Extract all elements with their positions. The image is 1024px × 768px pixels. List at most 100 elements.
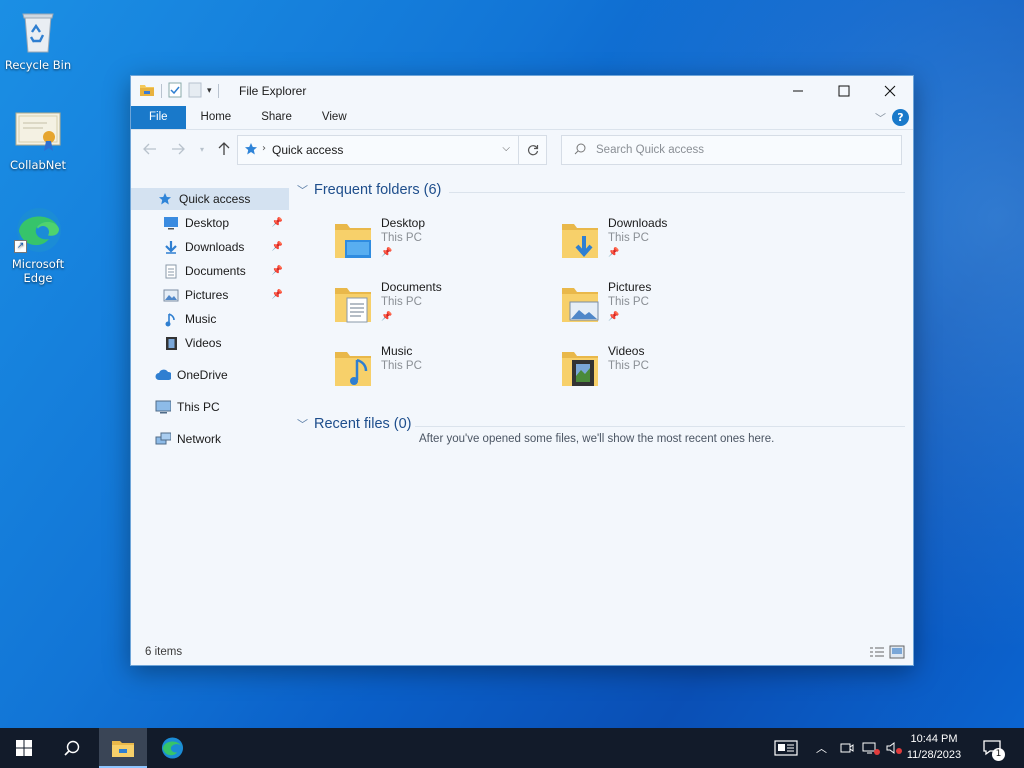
collapse-chevron-icon: ﹀ [297, 419, 308, 431]
nav-item-this-pc[interactable]: This PC [131, 396, 289, 418]
nav-item-pictures[interactable]: Pictures 📌 [131, 284, 289, 306]
new-folder-icon[interactable] [188, 82, 202, 101]
up-button[interactable] [215, 140, 233, 158]
address-bar[interactable]: › Quick access ⌵ [237, 135, 547, 165]
folder-tile-desktop[interactable]: Desktop This PC 📌 [323, 216, 543, 272]
toolbar-separator [217, 84, 219, 98]
cloud-icon [155, 367, 171, 383]
nav-item-label: Videos [185, 336, 222, 350]
pin-icon[interactable]: 📌 [272, 265, 283, 276]
forward-arrow-icon [172, 143, 185, 155]
quick-access-toolbar: ▾ [139, 82, 225, 100]
document-icon [163, 263, 179, 279]
folder-location: This PC [608, 232, 649, 244]
expand-ribbon-chevron-icon[interactable]: ﹀ [875, 110, 886, 126]
tab-file[interactable]: File [131, 106, 186, 129]
tab-view[interactable]: View [307, 106, 362, 129]
properties-icon[interactable] [168, 82, 182, 101]
maximize-button[interactable] [821, 76, 867, 106]
pin-icon: 📌 [381, 248, 393, 258]
large-icons-view-icon [889, 645, 905, 659]
videos-folder-icon [562, 352, 598, 386]
group-divider [415, 426, 905, 427]
certificate-icon [13, 106, 63, 156]
desktop-icon-label: Microsoft Edge [11, 257, 65, 285]
address-dropdown-chevron-icon[interactable]: ⌵ [502, 143, 510, 154]
folder-name: Documents [381, 280, 442, 294]
nav-item-network[interactable]: Network [131, 428, 289, 450]
tab-share[interactable]: Share [246, 106, 307, 129]
action-center-button[interactable]: 1 [982, 728, 1005, 768]
clock[interactable]: 10:44 PM 11/28/2023 [900, 731, 968, 763]
forward-button[interactable] [169, 140, 187, 158]
recent-files-header[interactable]: ﹀ Recent files (0) [297, 416, 412, 432]
desktop-icon-recycle-bin[interactable]: Recycle Bin [0, 6, 76, 72]
tab-home[interactable]: Home [186, 106, 247, 129]
network-disconnected-icon[interactable] [862, 728, 880, 768]
pin-icon: 📌 [608, 312, 620, 322]
nav-item-onedrive[interactable]: OneDrive [131, 364, 289, 386]
folder-tile-documents[interactable]: Documents This PC 📌 [323, 280, 543, 336]
back-arrow-icon [143, 143, 156, 155]
desktop-icon-label: CollabNet [10, 158, 66, 172]
folder-tile-videos[interactable]: Videos This PC [550, 344, 770, 400]
download-arrow-icon [163, 239, 179, 255]
folder-tile-pictures[interactable]: Pictures This PC 📌 [550, 280, 770, 336]
pin-icon[interactable]: 📌 [272, 217, 283, 228]
tray-meet-icon[interactable] [840, 728, 854, 768]
clock-time: 10:44 PM [910, 733, 958, 745]
desktop-icon-label: Recycle Bin [4, 58, 72, 72]
group-title: Frequent folders (6) [314, 182, 442, 198]
folder-location: This PC [381, 360, 422, 372]
desktop-icon-microsoft-edge[interactable]: ↗ Microsoft Edge [0, 205, 76, 285]
title-bar[interactable]: ▾ File Explorer [131, 76, 913, 106]
monitor-icon [155, 399, 171, 415]
back-button[interactable] [141, 140, 159, 158]
close-button[interactable] [867, 76, 913, 106]
nav-item-label: Documents [185, 264, 246, 278]
news-icon [774, 740, 798, 756]
item-count: 6 items [145, 646, 183, 658]
maximize-icon [838, 85, 850, 97]
search-input[interactable]: Search Quick access [561, 135, 902, 165]
nav-item-label: Network [177, 432, 222, 446]
window-title: File Explorer [239, 84, 307, 98]
details-view-button[interactable] [869, 645, 885, 659]
pin-icon[interactable]: 📌 [272, 241, 283, 252]
folder-tile-downloads[interactable]: Downloads This PC 📌 [550, 216, 770, 272]
search-placeholder: Search Quick access [596, 144, 705, 156]
start-button[interactable] [0, 728, 48, 768]
film-icon [163, 335, 179, 351]
folder-tile-music[interactable]: Music This PC [323, 344, 543, 400]
recent-locations-chevron-icon[interactable]: ▾ [193, 140, 211, 158]
minimize-icon [793, 90, 803, 92]
details-view-icon [870, 647, 884, 657]
search-button[interactable] [48, 728, 96, 768]
pin-icon[interactable]: 📌 [272, 289, 283, 300]
nav-item-quick-access[interactable]: Quick access [131, 188, 289, 210]
nav-item-documents[interactable]: Documents 📌 [131, 260, 289, 282]
nav-item-videos[interactable]: Videos [131, 332, 289, 354]
group-title: Recent files (0) [314, 416, 412, 432]
windows-logo-icon [16, 740, 32, 756]
navigation-bar: ▾ › Quick access ⌵ Search Quick access [131, 131, 913, 169]
taskbar-file-explorer[interactable] [99, 728, 147, 768]
shortcut-arrow-icon: ↗ [14, 240, 27, 253]
search-icon [574, 143, 586, 158]
pictures-folder-icon [562, 288, 599, 322]
nav-item-desktop[interactable]: Desktop 📌 [131, 212, 289, 234]
nav-item-downloads[interactable]: Downloads 📌 [131, 236, 289, 258]
show-hidden-icons-chevron-icon[interactable]: ︿ [816, 728, 827, 768]
minimize-button[interactable] [775, 76, 821, 106]
refresh-button[interactable] [518, 136, 546, 164]
taskbar-microsoft-edge[interactable] [148, 728, 196, 768]
ribbon-tabs: File Home Share View [131, 106, 913, 130]
news-widget-button[interactable] [774, 728, 798, 768]
frequent-folders-header[interactable]: ﹀ Frequent folders (6) [297, 182, 441, 198]
customize-toolbar-chevron-icon[interactable]: ▾ [207, 86, 212, 96]
desktop-icon-collabnet[interactable]: CollabNet [0, 106, 76, 172]
large-icons-view-button[interactable] [889, 645, 905, 659]
nav-item-music[interactable]: Music [131, 308, 289, 330]
help-button[interactable]: ? [892, 109, 909, 126]
folder-name: Downloads [608, 216, 668, 230]
